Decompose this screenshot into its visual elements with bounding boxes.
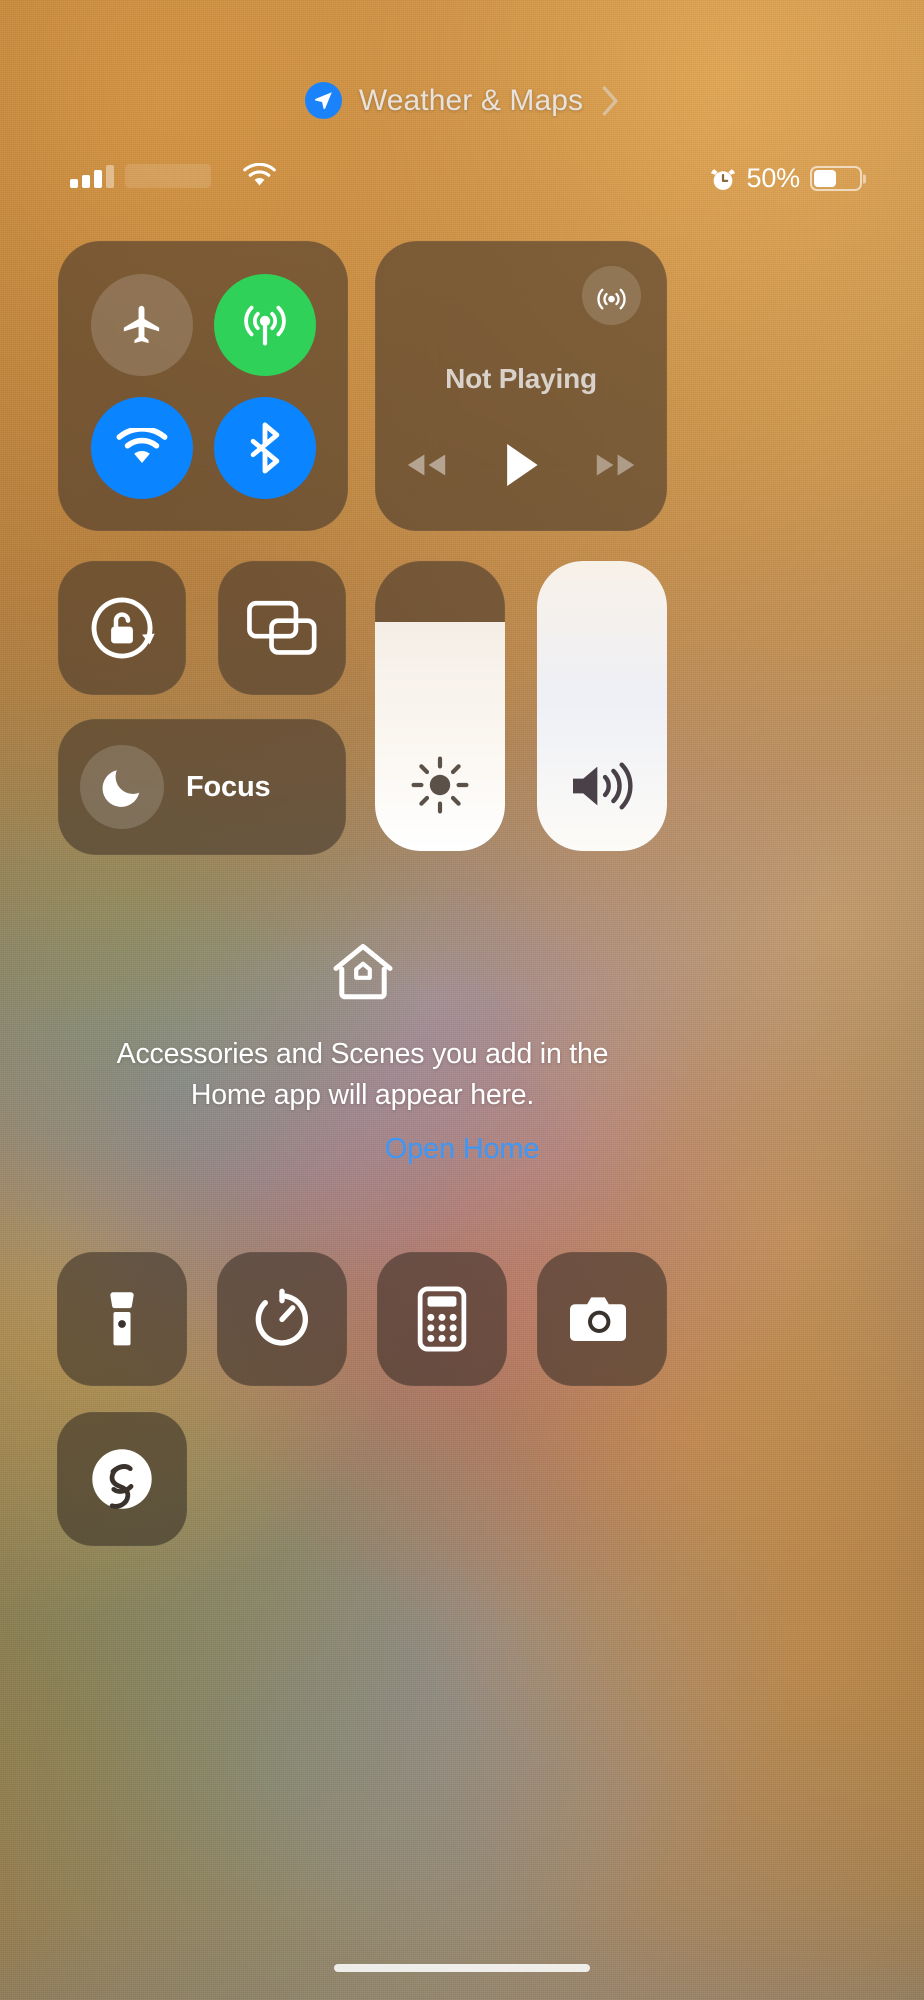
screen-mirroring-toggle[interactable] — [218, 561, 346, 695]
open-home-link[interactable]: Open Home — [0, 1133, 924, 1166]
home-house-icon — [58, 936, 667, 1008]
weather-maps-header[interactable]: Weather & Maps — [0, 82, 924, 119]
brightness-slider[interactable] — [375, 561, 505, 851]
chevron-right-icon — [602, 85, 619, 116]
carrier-name-redacted — [125, 164, 211, 188]
bluetooth-toggle[interactable] — [213, 396, 316, 499]
focus-toggle[interactable]: Focus — [58, 719, 346, 855]
media-player-module[interactable]: Not Playing — [375, 241, 667, 531]
wifi-toggle[interactable] — [90, 396, 193, 499]
focus-label: Focus — [186, 770, 271, 803]
bluetooth-icon — [245, 422, 285, 474]
screen-mirroring-icon — [245, 597, 319, 659]
timer-button[interactable] — [217, 1252, 347, 1386]
status-bar-left — [70, 163, 277, 189]
flashlight-button[interactable] — [57, 1252, 187, 1386]
media-transport-controls — [375, 441, 667, 489]
control-center-screen: Weather & Maps 50% Not Playing Focus Acc… — [0, 0, 924, 2000]
moon-icon — [80, 745, 164, 829]
shazam-icon — [89, 1446, 155, 1512]
speaker-waves-icon — [537, 757, 667, 815]
wifi-icon — [242, 163, 277, 189]
airplay-audio-icon — [595, 279, 628, 312]
play-icon[interactable] — [500, 441, 542, 489]
rotation-lock-unlocked-icon — [85, 591, 159, 665]
status-bar-right: 50% — [709, 163, 862, 194]
shazam-button[interactable] — [57, 1412, 187, 1546]
alarm-clock-icon — [709, 165, 737, 193]
cellular-data-toggle[interactable] — [213, 273, 316, 376]
home-indicator[interactable] — [334, 1964, 590, 1972]
battery-icon — [810, 166, 862, 191]
rewind-icon[interactable] — [402, 449, 450, 481]
battery-percentage: 50% — [746, 163, 801, 193]
home-empty-message: Accessories and Scenes you add in the Ho… — [116, 1038, 609, 1111]
camera-icon — [568, 1291, 636, 1347]
fast-forward-icon[interactable] — [592, 449, 640, 481]
airplane-mode-toggle[interactable] — [90, 273, 193, 376]
cellular-signal-icon — [70, 164, 114, 188]
header-title: Weather & Maps — [358, 83, 584, 117]
media-status-text: Not Playing — [445, 363, 597, 394]
volume-slider[interactable] — [537, 561, 667, 851]
airplane-icon — [118, 301, 165, 348]
wifi-icon — [116, 427, 168, 468]
timer-icon — [249, 1286, 315, 1352]
brightness-slider-fill — [375, 621, 505, 851]
airplay-button[interactable] — [582, 266, 641, 325]
brightness-sun-icon — [375, 755, 505, 815]
connectivity-module[interactable] — [58, 241, 348, 531]
flashlight-icon — [91, 1288, 153, 1350]
location-arrow-icon — [304, 82, 342, 119]
rotation-lock-toggle[interactable] — [58, 561, 186, 695]
camera-button[interactable] — [537, 1252, 667, 1386]
status-bar: 50% — [0, 163, 924, 201]
cellular-broadcast-icon — [239, 299, 291, 351]
calculator-icon — [417, 1286, 467, 1352]
calculator-button[interactable] — [377, 1252, 507, 1386]
